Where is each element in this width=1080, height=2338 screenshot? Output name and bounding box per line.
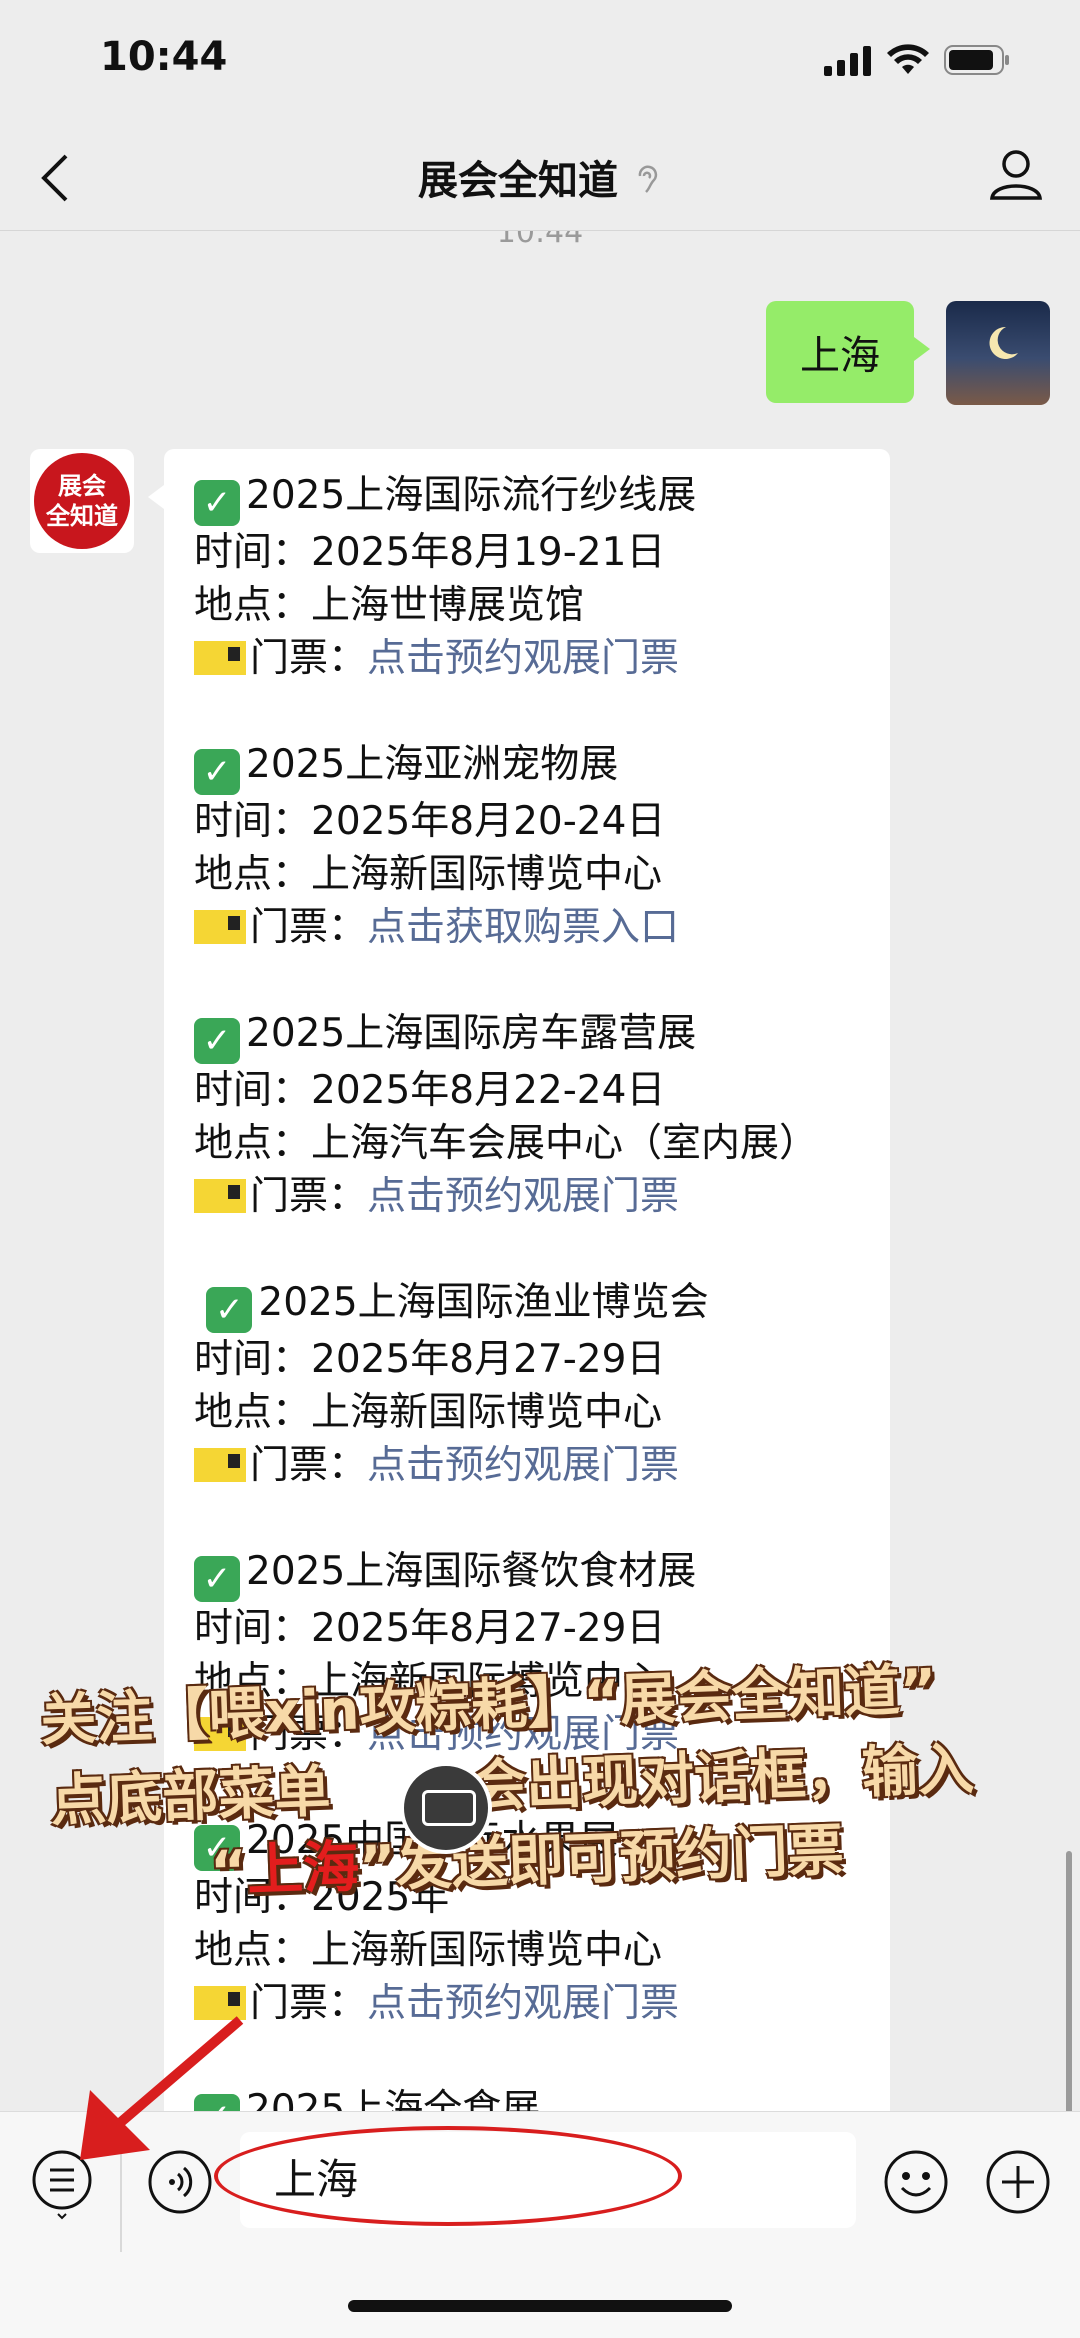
exhibit-time: 时间：2025年8月19-21日 [194,530,666,575]
list-item: ✓ 2025上海亚洲宠物展 时间：2025年8月20-24日 地点：上海新国际博览… [194,738,860,954]
list-item: ✓ 2025上海国际房车露营展 时间：2025年8月22-24日 地点：上海汽车会… [194,1007,860,1223]
ticket-label: 门票： [250,1981,368,2026]
ticket-icon [194,1179,246,1213]
exhibit-title: 2025上海国际房车露营展 [246,1011,697,1056]
message-timestamp: 10:44 [496,231,584,250]
signal-icon [824,46,871,76]
ticket-link[interactable]: 点击预约观展门票 [367,1981,679,2026]
ticket-label: 门票： [250,1712,368,1757]
checkmark-icon: ✓ [206,1287,253,1333]
list-item: ✓2025上海全食展 [194,2083,860,2111]
ticket-label: 门票： [250,905,368,950]
profile-icon[interactable] [988,146,1044,202]
ticket-link[interactable]: 点击获取购票入口 [367,905,679,950]
red-arrow-annotation [80,2016,244,2160]
status-time: 10:44 [100,34,228,80]
exhibit-time: 时间：2025年8月20-24日 [194,799,666,844]
moon-icon [989,326,1018,359]
ticket-link[interactable]: 点击预约观展门票 [367,1443,679,1488]
user-message-bubble[interactable]: 上海 [766,301,930,403]
list-item: ✓2025中国国际水果展 时间：2025年 地点：上海新国际博览中心 门票：点击… [194,1814,860,2030]
chat-title: 展会全知道 [0,148,1080,206]
input-highlight-annotation [214,2126,682,2226]
ticket-label: 门票： [250,1443,368,1488]
bot-avatar[interactable]: 展会 全知道 [30,449,134,553]
exhibit-place: 地点：上海新国际博览中心 [194,852,663,897]
ticket-label: 门票： [250,636,368,681]
checkmark-icon: ✓ [194,480,240,526]
home-indicator [348,2300,732,2312]
exhibit-title: 2025上海国际渔业博览会 [258,1280,709,1325]
wifi-icon [887,44,929,74]
status-icons [824,44,1010,76]
exhibit-title: 2025上海国际流行纱线展 [246,473,697,518]
ticket-link[interactable]: 点击预约观展门票 [367,636,679,681]
list-item: ✓ 2025上海国际流行纱线展 时间：2025年8月19-21日 地点：上海世博展… [194,469,860,685]
bot-message-bubble: ✓ 2025上海国际流行纱线展 时间：2025年8月19-21日 地点：上海世博展… [148,449,890,2111]
ticket-icon [194,1717,246,1751]
exhibit-place: 地点：上海新国际博览中心 [194,1390,663,1435]
status-bar: 10:44 [0,0,1080,120]
bot-avatar-logo: 展会 全知道 [34,453,130,549]
plus-icon[interactable] [984,2148,1052,2216]
checkmark-icon: ✓ [194,1556,240,1602]
exhibit-place: 地点：上海新国际博览中心 [194,1659,663,1704]
chat-header: 展会全知道 [0,120,1080,231]
exhibit-time: 时间：2025年8月27-29日 [194,1606,666,1651]
checkmark-icon: ✓ [194,1018,240,1064]
ticket-link[interactable]: 点击预约观展门票 [367,1174,679,1219]
ticket-icon [194,1448,246,1482]
user-avatar[interactable] [946,301,1050,405]
exhibit-place: 地点：上海汽车会展中心（室内展） [194,1121,819,1166]
exhibit-title: 2025上海亚洲宠物展 [246,742,619,787]
scrollbar[interactable] [1066,1851,1072,2111]
exhibit-title: 2025上海全食展 [246,2087,541,2111]
ticket-icon [194,910,246,944]
ear-icon [638,165,658,193]
checkmark-icon: ✓ [194,749,240,795]
emoji-icon[interactable] [882,2148,950,2216]
exhibit-place: 地点：上海世博展览馆 [194,583,585,628]
exhibit-time: 时间：2025年8月22-24日 [194,1068,666,1113]
chat-area[interactable]: 10:44 上海 展会 全知道 ✓ 2025上海国际流行纱线展 时间：2025年8月… [0,231,1080,2111]
ticket-link[interactable]: 点击预约观展门票 [367,1712,679,1757]
list-item: ✓ 2025上海国际餐饮食材展 时间：2025年8月27-29日 地点：上海新国际… [194,1545,860,1761]
ticket-icon [194,641,246,675]
battery-icon [944,45,1009,75]
exhibit-time: 时间：2025年8月27-29日 [194,1337,666,1382]
checkmark-icon: ✓ [194,1825,240,1871]
exhibit-time: 时间：2025年 [194,1875,450,1920]
exhibit-place: 地点：上海新国际博览中心 [194,1928,663,1973]
list-item: ✓ 2025上海国际渔业博览会 时间：2025年8月27-29日 地点：上海新国际… [194,1276,860,1492]
ticket-label: 门票： [250,1174,368,1219]
keyboard-icon [400,1762,492,1854]
exhibit-title: 2025上海国际餐饮食材展 [246,1549,697,1594]
